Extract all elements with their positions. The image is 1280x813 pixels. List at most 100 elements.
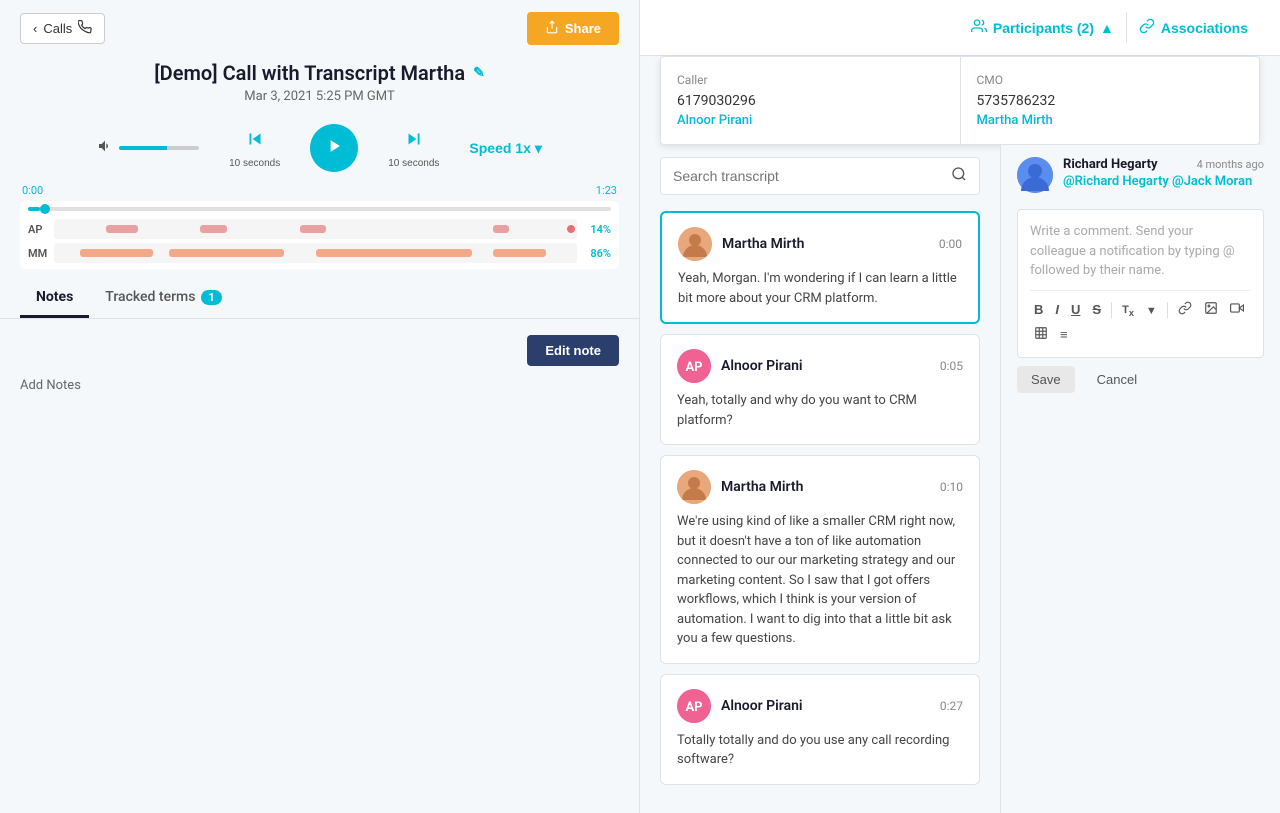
skip-forward-icon [403, 128, 425, 156]
toolbar-separator-2 [1167, 302, 1168, 318]
italic-button[interactable]: I [1051, 300, 1063, 319]
player-controls: 10 seconds 10 seconds Speed 1x ▾ [20, 124, 619, 172]
edit-note-button[interactable]: Edit note [527, 335, 619, 366]
participants-button[interactable]: Participants (2) ▲ [959, 12, 1127, 43]
share-button[interactable]: Share [527, 12, 619, 45]
table-icon [1034, 328, 1048, 343]
commenter-name: Richard Hegarty [1063, 157, 1158, 172]
timestamp-1: 0:00 [939, 237, 962, 251]
avatar-ap-1: AP [677, 349, 711, 383]
comment-meta-row: Richard Hegarty 4 months ago [1063, 157, 1264, 172]
transcript-text-2: Yeah, totally and why do you want to CRM… [677, 391, 963, 430]
chevron-left-icon: ‹ [33, 21, 37, 36]
underline-button[interactable]: U [1067, 300, 1084, 319]
ap-percent: 14% [583, 223, 611, 236]
comment-time: 4 months ago [1197, 158, 1264, 171]
audio-player: 10 seconds 10 seconds Speed 1x ▾ [0, 116, 639, 184]
speaker-info-3: Martha Mirth [677, 470, 803, 504]
tab-notes[interactable]: Notes [20, 279, 89, 318]
tab-tracked-terms[interactable]: Tracked terms 1 [89, 279, 237, 318]
write-comment-placeholder[interactable]: Write a comment. Send your colleague a n… [1030, 222, 1251, 282]
volume-slider[interactable] [119, 146, 199, 150]
call-title: [Demo] Call with Transcript Martha ✎ [20, 61, 619, 85]
transcript-text-4: Totally totally and do you use any call … [677, 731, 963, 770]
svg-text:AP: AP [685, 700, 702, 715]
associations-button[interactable]: Associations [1127, 12, 1260, 43]
left-panel: ‹ Calls Share [Demo] Call with Transcrip… [0, 0, 640, 813]
link-button[interactable] [1174, 299, 1196, 320]
more-options-button[interactable]: ≡ [1056, 325, 1072, 344]
tracked-tab-label: Tracked terms [105, 289, 195, 305]
text-style-button[interactable]: Tx [1118, 299, 1138, 320]
main-right: Martha Mirth 0:00 Yeah, Morgan. I'm wond… [640, 145, 1280, 813]
strikethrough-icon: S [1092, 302, 1101, 317]
calls-back-button[interactable]: ‹ Calls [20, 13, 105, 44]
skip-forward-button[interactable]: 10 seconds [388, 128, 439, 169]
transcript-text-1: Yeah, Morgan. I'm wondering if I can lea… [678, 269, 962, 308]
speaker-info-1: Martha Mirth [678, 227, 804, 261]
transcript-header-4: AP Alnoor Pirani 0:27 [677, 689, 963, 723]
format-dropdown-icon: ▼ [1146, 305, 1157, 317]
save-comment-button[interactable]: Save [1017, 366, 1075, 393]
caller-name-link[interactable]: Alnoor Pirani [677, 113, 944, 128]
comment-actions: Save Cancel [1001, 366, 1280, 405]
strikethrough-button[interactable]: S [1088, 300, 1105, 319]
underline-icon: U [1071, 302, 1080, 317]
comment-content: Richard Hegarty 4 months ago @Richard He… [1063, 157, 1264, 189]
transcript-entry-3: Martha Mirth 0:10 We're using kind of li… [660, 455, 980, 664]
caller-card: Caller 6179030296 Alnoor Pirani [661, 57, 961, 144]
add-notes-link[interactable]: Add Notes [20, 378, 619, 393]
image-icon [1204, 303, 1218, 318]
italic-icon: I [1055, 302, 1059, 317]
video-icon [1230, 303, 1244, 318]
speaker-name-2: Alnoor Pirani [721, 358, 803, 374]
tabs-section: Notes Tracked terms 1 [0, 279, 639, 319]
edit-title-icon[interactable]: ✎ [473, 65, 485, 81]
text-style-icon: Tx [1122, 304, 1134, 316]
write-comment-area[interactable]: Write a comment. Send your colleague a n… [1017, 209, 1264, 358]
cmo-name-link[interactable]: Martha Mirth [977, 113, 1244, 128]
call-date: Mar 3, 2021 5:25 PM GMT [20, 89, 619, 104]
toolbar-separator-1 [1111, 302, 1112, 318]
speaker-name-4: Alnoor Pirani [721, 698, 803, 714]
phone-icon [78, 20, 92, 37]
transcript-entry-4: AP Alnoor Pirani 0:27 Totally totally an… [660, 674, 980, 785]
transcript-area: Martha Mirth 0:00 Yeah, Morgan. I'm wond… [640, 203, 1000, 813]
notes-area: Edit note Add Notes [0, 319, 639, 813]
video-button[interactable] [1226, 299, 1248, 320]
search-input[interactable] [673, 168, 943, 184]
cancel-comment-button[interactable]: Cancel [1083, 366, 1151, 393]
calls-label: Calls [43, 21, 72, 36]
skip-forward-label: 10 seconds [388, 158, 439, 169]
waveform-container[interactable]: AP 14% MM 86% [20, 201, 619, 269]
play-button[interactable] [310, 124, 358, 172]
image-button[interactable] [1200, 299, 1222, 320]
avatar-mm-1 [678, 227, 712, 261]
transcript-entry-2: AP Alnoor Pirani 0:05 Yeah, totally and … [660, 334, 980, 445]
bold-button[interactable]: B [1030, 300, 1047, 319]
participants-dropdown: Caller 6179030296 Alnoor Pirani CMO 5735… [660, 56, 1260, 145]
table-button[interactable] [1030, 324, 1052, 345]
speaker-name-1: Martha Mirth [722, 236, 804, 252]
play-icon [324, 136, 344, 161]
comment-header: Richard Hegarty 4 months ago @Richard He… [1001, 145, 1280, 201]
skip-back-icon [244, 128, 266, 156]
speaker-info-2: AP Alnoor Pirani [677, 349, 803, 383]
skip-back-button[interactable]: 10 seconds [229, 128, 280, 169]
speaker-name-3: Martha Mirth [721, 479, 803, 495]
dropdown-format-button[interactable]: ▼ [1142, 300, 1161, 319]
search-icon [951, 166, 967, 186]
link-icon [1178, 303, 1192, 318]
volume-area [97, 138, 199, 158]
transcript-entry-1: Martha Mirth 0:00 Yeah, Morgan. I'm wond… [660, 211, 980, 324]
associations-icon [1139, 18, 1155, 37]
bold-icon: B [1034, 302, 1043, 317]
volume-icon [97, 138, 113, 158]
cmo-card: CMO 5735786232 Martha Mirth [961, 57, 1260, 144]
speed-button[interactable]: Speed 1x ▾ [469, 140, 542, 157]
right-panel: Participants (2) ▲ Associations Caller 6… [640, 0, 1280, 813]
participants-label: Participants (2) [993, 20, 1094, 36]
right-header: Participants (2) ▲ Associations [640, 0, 1280, 56]
cmo-role: CMO [977, 73, 1244, 87]
comment-body: @Richard Hegarty @Jack Moran [1063, 174, 1264, 189]
